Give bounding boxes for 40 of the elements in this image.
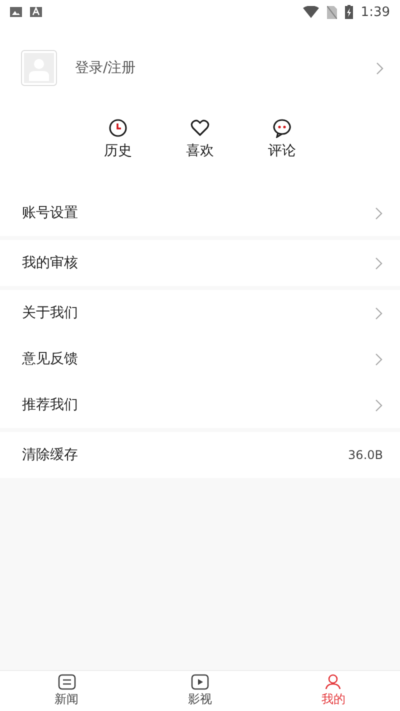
menu-label: 推荐我们 <box>22 396 78 414</box>
menu-item[interactable]: 我的审核 <box>0 240 400 286</box>
text-notification-icon <box>30 6 42 18</box>
menu-label: 账号设置 <box>22 204 78 222</box>
menu-label: 意见反馈 <box>22 350 78 368</box>
menu-item[interactable]: 清除缓存 36.0B <box>0 432 400 478</box>
chevron-icon <box>375 306 383 320</box>
like-shortcut[interactable]: 喜欢 <box>178 118 222 160</box>
menu-label: 清除缓存 <box>22 446 78 464</box>
nav-tab[interactable]: 我的 <box>266 671 400 711</box>
video-icon <box>190 674 209 690</box>
menu-item[interactable]: 账号设置 <box>0 190 400 236</box>
menu-label: 关于我们 <box>22 304 78 322</box>
chevron-icon <box>375 352 383 366</box>
chevron-icon <box>375 206 383 220</box>
no-sim-icon <box>326 6 337 18</box>
login-row[interactable]: 登录/注册 <box>0 24 400 98</box>
news-icon <box>58 674 76 690</box>
chevron-icon <box>376 62 384 74</box>
history-shortcut[interactable]: 历史 <box>96 118 140 160</box>
nav-tab[interactable]: 影视 <box>133 671 267 711</box>
menu-item[interactable]: 推荐我们 <box>0 382 400 428</box>
picture-notification-icon <box>10 6 22 18</box>
status-time: 1:39 <box>360 4 390 20</box>
person-icon <box>324 674 342 690</box>
speech-bubble-icon <box>272 118 292 138</box>
chevron-icon <box>375 398 383 412</box>
wifi-icon <box>302 6 319 18</box>
comment-shortcut[interactable]: 评论 <box>260 118 304 160</box>
menu-item[interactable]: 关于我们 <box>0 290 400 336</box>
menu-label: 我的审核 <box>22 254 78 272</box>
cache-size: 36.0B <box>348 448 383 462</box>
nav-tab[interactable]: 新闻 <box>0 671 134 711</box>
battery-icon <box>344 5 353 19</box>
login-label: 登录/注册 <box>75 59 137 77</box>
avatar-icon <box>21 50 57 86</box>
clock-icon <box>108 118 128 138</box>
heart-icon <box>190 118 210 138</box>
chevron-icon <box>375 256 383 270</box>
menu-item[interactable]: 意见反馈 <box>0 336 400 382</box>
